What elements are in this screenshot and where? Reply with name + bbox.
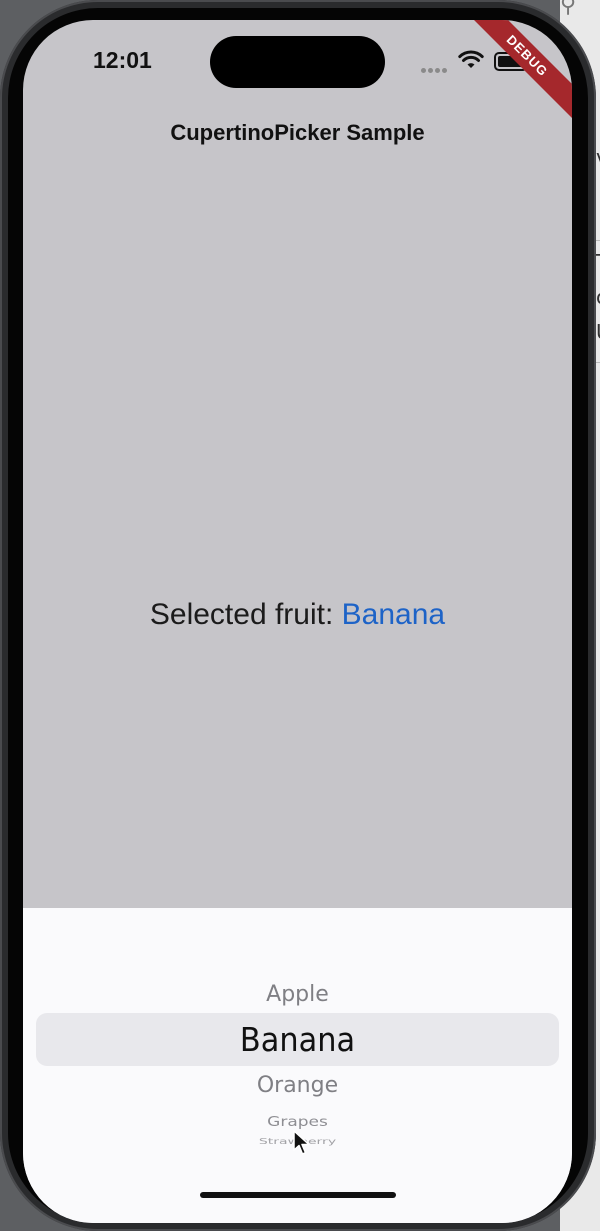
selected-fruit-text: Selected fruit: Banana — [23, 598, 572, 632]
search-icon[interactable]: ⚲ — [560, 0, 576, 18]
dynamic-island — [210, 36, 385, 88]
picker-item-selected[interactable]: Banana — [45, 1020, 550, 1059]
selected-fruit-label: Selected fruit: — [149, 598, 342, 631]
background-divider — [596, 362, 600, 363]
signal-icon — [421, 60, 451, 73]
picker-item[interactable]: Apple — [23, 982, 572, 1007]
background-text: c — [596, 285, 600, 309]
selected-fruit-value: Banana — [341, 598, 446, 631]
picker-item[interactable]: Orange — [23, 1073, 572, 1098]
home-indicator[interactable] — [200, 1192, 396, 1198]
background-text: U — [596, 320, 600, 344]
page-title: CupertinoPicker Sample — [170, 120, 425, 145]
picker-sheet[interactable]: Apple Banana Orange Grapes Strawberry — [23, 908, 572, 1223]
wifi-icon — [458, 50, 484, 68]
background-text: T — [596, 250, 600, 274]
picker-item[interactable]: Grapes — [23, 1114, 572, 1130]
cursor-icon — [293, 1130, 310, 1155]
background-divider — [596, 240, 600, 241]
background-text: v — [596, 145, 600, 169]
status-time: 12:01 — [93, 47, 152, 73]
app-screen: 12:01 DEBUG CupertinoPicker Sample Selec… — [23, 20, 572, 1223]
